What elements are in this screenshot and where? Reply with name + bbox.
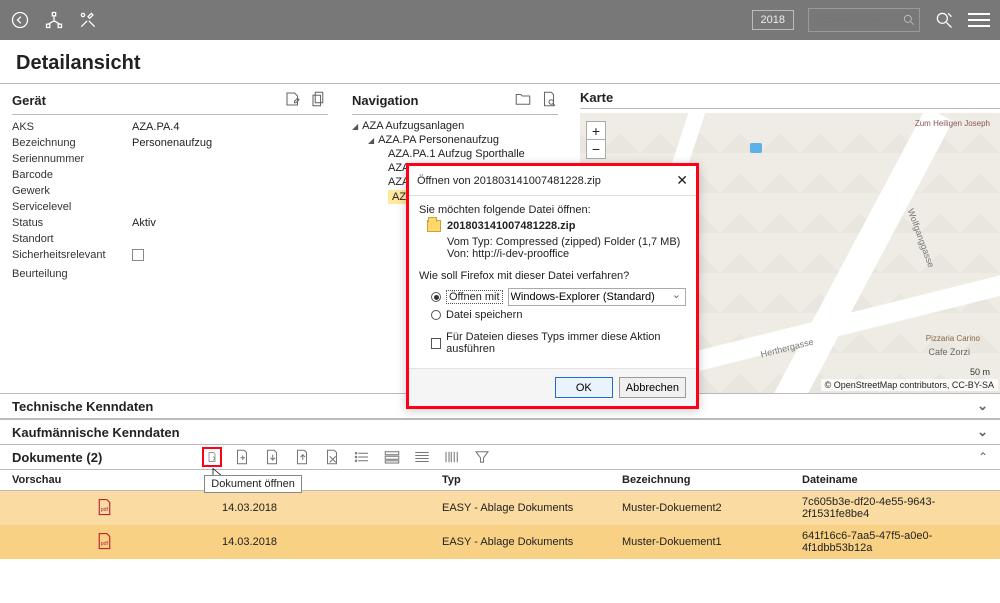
field-label: Seriennummer (12, 153, 132, 165)
open-with-select[interactable]: Windows-Explorer (Standard) (508, 288, 686, 306)
cell-date: 14.03.2018 (210, 491, 430, 526)
cell-typ: EASY - Ablage Dokuments (430, 491, 610, 526)
radio-open-with[interactable] (431, 292, 441, 302)
dialog-question: Wie soll Firefox mit dieser Datei verfah… (419, 270, 686, 282)
map-attribution: © OpenStreetMap contributors, CC-BY-SA (821, 379, 998, 391)
cell-file: 641f16c6-7aa5-47f5-a0e0-4f1dbb53b12a (790, 525, 1000, 559)
quicksearch-input[interactable] (809, 14, 899, 26)
device-panel-title: Gerät (12, 93, 284, 108)
grid-b-icon[interactable] (412, 447, 432, 467)
download-doc-button[interactable] (262, 447, 282, 467)
tree-node[interactable]: AZA.PA Personenaufzug (352, 133, 558, 147)
field-label: Status (12, 217, 132, 229)
remember-checkbox[interactable] (431, 338, 441, 349)
map-label: Wolfganggasse (906, 207, 937, 269)
cell-typ: EASY - Ablage Dokuments (430, 525, 610, 559)
dialog-prompt: Sie möchten folgende Datei öffnen: (419, 204, 686, 216)
dialog-filename: 201803141007481228.zip (447, 220, 575, 232)
radio-save[interactable] (431, 310, 441, 320)
field-label: Sicherheitsrelevant (12, 249, 132, 264)
table-row[interactable]: pdf 14.03.2018 EASY - Ablage Dokuments M… (0, 525, 1000, 559)
zoom-in-button[interactable]: + (587, 122, 605, 140)
pdf-icon: pdf (97, 498, 113, 516)
col-typ[interactable]: Typ (430, 470, 610, 491)
tooltip: Dokument öffnen (204, 475, 302, 493)
from-label: Von: (447, 248, 469, 260)
download-dialog: Öffnen von 201803141007481228.zip ✕ Sie … (406, 163, 699, 409)
upload-doc-button[interactable] (292, 447, 312, 467)
type-value: Compressed (zipped) Folder (1,7 MB) (496, 236, 681, 248)
open-with-label: Öffnen mit (446, 290, 503, 304)
list-view-icon[interactable] (352, 447, 372, 467)
field-label: AKS (12, 121, 132, 133)
table-row[interactable]: pdf 14.03.2018 EASY - Ablage Dokuments M… (0, 491, 1000, 526)
remember-label: Für Dateien dieses Typs immer diese Akti… (446, 331, 686, 355)
cancel-button[interactable]: Abbrechen (619, 377, 686, 398)
field-value: AZA.PA.4 (132, 121, 328, 133)
barcode-icon[interactable] (442, 447, 462, 467)
col-datei[interactable]: Dateiname (790, 470, 1000, 491)
type-label: Vom Typ: (447, 236, 493, 248)
back-icon[interactable] (10, 10, 30, 30)
zip-icon (427, 220, 441, 232)
search-icon[interactable] (899, 13, 919, 27)
svg-text:pdf: pdf (101, 506, 109, 512)
cell-bez: Muster-Dokuement2 (610, 491, 790, 526)
map-label: Zum Heiligen Joseph (915, 119, 990, 128)
map-label: Pizzaria Carino (926, 334, 980, 343)
field-value: Aktiv (132, 217, 328, 229)
chevron-down-icon: ⌄ (977, 424, 988, 440)
network-icon[interactable] (44, 10, 64, 30)
field-label: Standort (12, 233, 132, 245)
menu-icon[interactable] (968, 13, 990, 27)
page-title: Detailansicht (16, 52, 984, 75)
cell-date: 14.03.2018 (210, 525, 430, 559)
tools-icon[interactable] (78, 10, 98, 30)
year-indicator[interactable]: 2018 (752, 10, 794, 30)
ok-button[interactable]: OK (555, 377, 613, 398)
tree-node[interactable]: AZA Aufzugsanlagen (352, 119, 558, 133)
nav-panel-title: Navigation (352, 93, 514, 108)
chevron-down-icon: ⌄ (977, 398, 988, 414)
chevron-up-icon: ⌃ (978, 450, 988, 464)
cell-bez: Muster-Dokuement1 (610, 525, 790, 559)
map-panel-title: Karte (580, 90, 1000, 105)
field-label: Gewerk (12, 185, 132, 197)
copy-icon[interactable] (310, 90, 328, 111)
field-value: Personenaufzug (132, 137, 328, 149)
pdf-icon: pdf (97, 532, 113, 550)
svg-text:pdf: pdf (101, 540, 109, 546)
col-vorschau[interactable]: Vorschau (0, 470, 210, 491)
marker-stop-icon (750, 143, 762, 153)
save-label: Datei speichern (446, 309, 522, 321)
grid-a-icon[interactable] (382, 447, 402, 467)
add-doc-button[interactable] (232, 447, 252, 467)
map-scale: 50 m (970, 367, 990, 377)
delete-doc-button[interactable] (322, 447, 342, 467)
col-bez[interactable]: Bezeichnung (610, 470, 790, 491)
documents-title: Dokumente (2) (12, 450, 102, 465)
field-label: Bezeichnung (12, 137, 132, 149)
open-document-button[interactable]: Dokument öffnen (202, 447, 222, 467)
cell-file: 7c605b3e-df20-4e55-9643-2f1531fe8be4 (790, 491, 1000, 526)
zoom-out-button[interactable]: − (587, 140, 605, 158)
folder-icon[interactable] (514, 90, 532, 111)
from-value: http://i-dev-prooffice (472, 248, 569, 260)
field-label: Servicelevel (12, 201, 132, 213)
section-kauf[interactable]: Kaufmännische Kenndaten⌄ (0, 419, 1000, 445)
field-label: Barcode (12, 169, 132, 181)
doc-search-icon[interactable] (540, 90, 558, 111)
dialog-title: Öffnen von 201803141007481228.zip (417, 175, 676, 187)
filter-icon[interactable] (472, 447, 492, 467)
tree-leaf[interactable]: AZA.PA.1 Aufzug Sporthalle (352, 147, 558, 161)
map-label: Cafe Zorzi (928, 347, 970, 357)
close-icon[interactable]: ✕ (676, 172, 688, 189)
safety-checkbox[interactable] (132, 249, 144, 261)
field-label: Beurteilung (12, 268, 132, 280)
edit-icon[interactable] (284, 90, 302, 111)
advanced-search-icon[interactable] (934, 10, 954, 30)
zoom-control[interactable]: +− (586, 121, 606, 159)
